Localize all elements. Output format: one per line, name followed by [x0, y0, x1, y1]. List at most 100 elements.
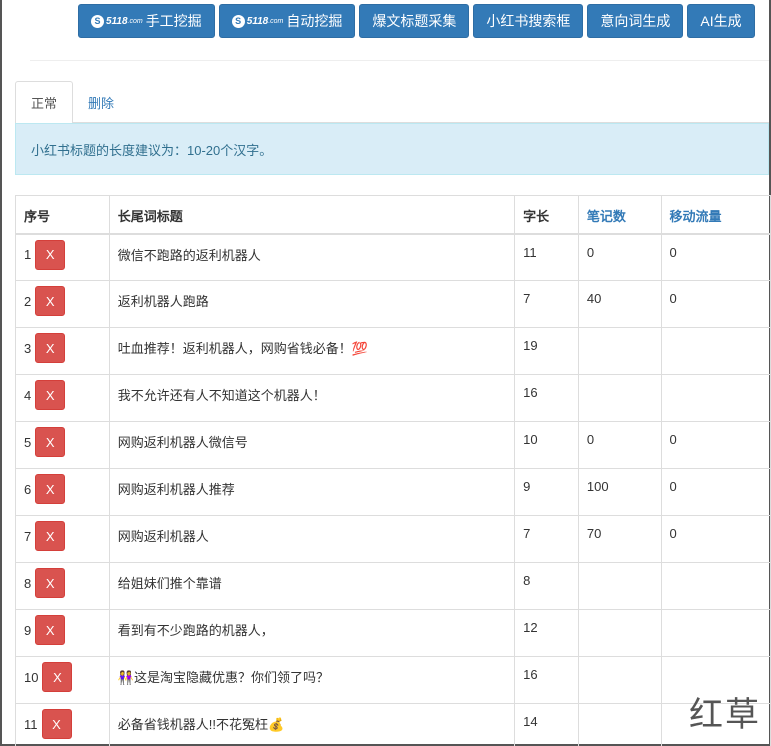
- row-number: 2: [24, 293, 32, 309]
- notes-cell: [577, 703, 662, 746]
- row-index-cell: 5X: [15, 421, 110, 469]
- col-notes-header[interactable]: 笔记数: [577, 195, 662, 235]
- xiaohongshu-search-button[interactable]: 小红书搜索框: [473, 4, 584, 38]
- delete-button[interactable]: X: [35, 568, 66, 598]
- row-number: 9: [24, 622, 32, 638]
- table-row: 7 X 网购返利机器人 7 70 0: [15, 515, 771, 563]
- length-cell: 8: [514, 562, 579, 610]
- delete-button[interactable]: X: [35, 474, 66, 504]
- traffic-cell: 0: [660, 280, 771, 328]
- row-index-cell: 1X: [15, 233, 110, 281]
- row-number: 10: [24, 669, 39, 685]
- notes-cell: [577, 327, 662, 375]
- row-index-cell: 2X: [15, 280, 110, 328]
- watermark: 红草: [689, 695, 761, 735]
- notes-cell: [577, 656, 662, 704]
- row-index-cell: 8X: [15, 562, 110, 610]
- row-index-cell: 6X: [15, 468, 110, 516]
- traffic-cell: [660, 327, 771, 375]
- tab-bar: 正常 删除: [15, 81, 769, 124]
- ai-generate-button[interactable]: AI生成: [687, 4, 755, 38]
- delete-button[interactable]: X: [35, 521, 66, 551]
- length-cell: 9: [514, 468, 579, 516]
- title-cell: 网购返利机器人: [108, 515, 516, 563]
- length-cell: 11: [514, 233, 579, 281]
- notes-cell: 70: [577, 515, 662, 563]
- keyword-table: 序号 长尾词标题 字长 笔记数 移动流量 1 X 微信不跑路的返利机器人 11 0 0 2 X…: [15, 195, 771, 746]
- traffic-cell: 0: [660, 233, 771, 281]
- delete-button[interactable]: X: [35, 615, 66, 645]
- col-title-header: 长尾词标题: [108, 195, 516, 235]
- auto-mining-button[interactable]: S 5118 .com 自动挖掘: [218, 4, 356, 38]
- notes-cell: [577, 374, 662, 422]
- divider: [30, 60, 769, 61]
- traffic-cell: 0: [660, 515, 771, 563]
- row-index-cell: 7X: [15, 515, 110, 563]
- col-traffic-header[interactable]: 移动流量: [660, 195, 771, 235]
- traffic-cell: [660, 374, 771, 422]
- table-row: 6 X 网购返利机器人推荐 9 100 0: [15, 468, 771, 516]
- title-cell: 看到有不少跑路的机器人，: [108, 609, 516, 657]
- delete-button[interactable]: X: [35, 380, 66, 410]
- length-cell: 7: [514, 515, 579, 563]
- title-cell: 👭这是淘宝隐藏优惠？你们领了吗？: [108, 656, 516, 704]
- title-cell: 微信不跑路的返利机器人: [108, 233, 516, 281]
- row-number: 6: [24, 481, 32, 497]
- table-row: 8 X 给姐妹们推个靠谱 8: [15, 562, 771, 610]
- length-cell: 16: [514, 656, 579, 704]
- length-cell: 10: [514, 421, 579, 469]
- col-length-header: 字长: [514, 195, 579, 235]
- 5118-logo-icon: S 5118 .com: [231, 14, 283, 28]
- delete-button[interactable]: X: [35, 333, 66, 363]
- row-index-cell: 10 X: [15, 656, 110, 704]
- row-index-cell: 11 X: [15, 703, 110, 746]
- title-cell: 必备省钱机器人!!不花冤枉💰: [108, 703, 516, 746]
- delete-button[interactable]: X: [35, 239, 66, 270]
- traffic-cell: 0: [660, 468, 771, 516]
- notes-cell: 0: [577, 421, 662, 469]
- delete-button[interactable]: X: [35, 286, 66, 316]
- title-cell: 吐血推荐！返利机器人，网购省钱必备！💯: [108, 327, 516, 375]
- traffic-cell: [660, 609, 771, 657]
- intent-word-button[interactable]: 意向词生成: [587, 4, 684, 38]
- notes-cell: 0: [577, 233, 662, 281]
- tab-normal[interactable]: 正常: [15, 81, 74, 124]
- length-cell: 12: [514, 609, 579, 657]
- notes-cell: [577, 609, 662, 657]
- row-index-cell: 3X: [15, 327, 110, 375]
- delete-button[interactable]: X: [41, 709, 72, 739]
- manual-mining-button[interactable]: S 5118 .com 手工挖掘: [78, 4, 215, 38]
- title-cell: 网购返利机器人推荐: [108, 468, 516, 516]
- row-number: 4: [24, 387, 32, 403]
- traffic-cell: [660, 562, 771, 610]
- notes-cell: [577, 562, 662, 610]
- delete-button[interactable]: X: [42, 662, 73, 692]
- notes-cell: 100: [577, 468, 662, 516]
- delete-button[interactable]: X: [35, 427, 66, 457]
- row-index-cell: 4X: [15, 374, 110, 422]
- title-cell: 网购返利机器人微信号: [108, 421, 516, 469]
- title-cell: 给姐妹们推个靠谱: [108, 562, 516, 610]
- table-row: 3 X 吐血推荐！返利机器人，网购省钱必备！💯 19: [15, 327, 771, 375]
- traffic-cell: 0: [660, 421, 771, 469]
- table-row: 9 X 看到有不少跑路的机器人， 12: [15, 609, 771, 657]
- col-index-header: 序号: [15, 195, 110, 235]
- table-row: 10 X 👭这是淘宝隐藏优惠？你们领了吗？ 16: [15, 656, 771, 704]
- length-cell: 16: [514, 374, 579, 422]
- tab-deleted[interactable]: 删除: [73, 81, 129, 123]
- toolbar: S 5118 .com 手工挖掘 S 5118 .com 自动挖掘 爆文标题采集 小红书…: [78, 4, 755, 38]
- table-row: 11 X 必备省钱机器人!!不花冤枉💰 14: [15, 703, 771, 746]
- length-cell: 19: [514, 327, 579, 375]
- table-row: 2 X 返利机器人跑路 7 40 0: [15, 280, 771, 328]
- 5118-logo-icon: S 5118 .com: [91, 14, 143, 28]
- notes-cell: 40: [577, 280, 662, 328]
- table-row: 1 X 微信不跑路的返利机器人 11 0 0: [15, 233, 771, 281]
- table-row: 4 X 我不允许还有人不知道这个机器人！ 16: [15, 374, 771, 422]
- length-tip-alert: 小红书标题的长度建议为：10-20个汉字。: [15, 123, 769, 175]
- row-number: 8: [24, 575, 32, 591]
- row-number: 5: [24, 434, 32, 450]
- row-number: 3: [24, 340, 32, 356]
- row-index-cell: 9X: [15, 609, 110, 657]
- title-cell: 我不允许还有人不知道这个机器人！: [108, 374, 516, 422]
- hot-title-collect-button[interactable]: 爆文标题采集: [359, 4, 470, 38]
